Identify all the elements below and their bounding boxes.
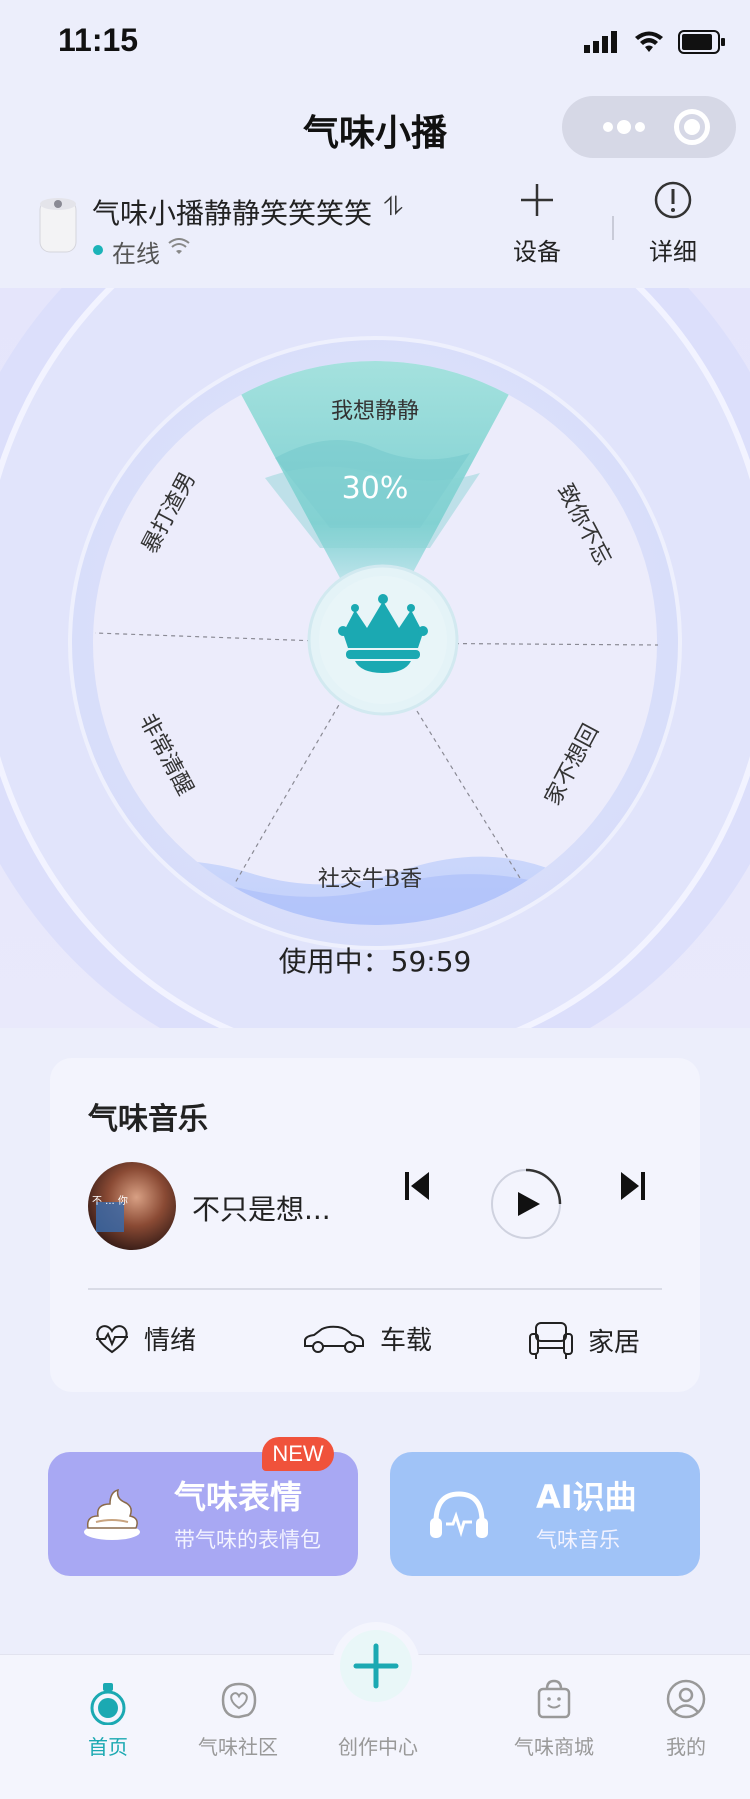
segment-label-0[interactable]: 我想静静 [331, 399, 419, 424]
nav-home-label: 首页 [88, 1735, 128, 1759]
scent-wheel[interactable]: 我想静静 致你不忘 家不想回 社交牛B香 非常清醒 暴打渣男 30% [0, 288, 750, 1028]
headphones-icon [430, 1491, 488, 1538]
home-bottle-icon [90, 1683, 126, 1725]
wifi-status-icon [168, 238, 190, 254]
signal-icon [584, 31, 617, 53]
nav-community-label: 气味社区 [198, 1735, 278, 1759]
category-mood[interactable]: 情绪 [94, 1320, 196, 1357]
category-home-label: 家居 [588, 1327, 641, 1358]
device-name[interactable]: 气味小播静静笑笑笑笑 [92, 192, 372, 232]
add-device-button[interactable]: 设备 [502, 180, 572, 267]
create-button[interactable] [340, 1630, 412, 1702]
status-icons [584, 30, 726, 54]
scent-emoji-title: 气味表情 [174, 1478, 303, 1516]
song-title[interactable]: 不只是想... [192, 1188, 331, 1228]
wifi-icon [635, 31, 663, 52]
category-car[interactable]: 车载 [302, 1320, 432, 1357]
heart-pulse-icon [96, 1324, 128, 1353]
sofa-icon [529, 1322, 573, 1359]
community-heart-icon [221, 1682, 257, 1719]
plus-icon [521, 184, 553, 216]
play-button[interactable] [490, 1168, 562, 1240]
status-time: 11:15 [58, 22, 139, 58]
ai-song-title: AI识曲 [536, 1478, 637, 1516]
next-track-icon[interactable] [618, 1166, 648, 1206]
close-mini-program-icon[interactable] [674, 109, 710, 145]
device-detail-label: 详细 [649, 238, 697, 266]
new-badge: NEW [262, 1437, 334, 1471]
nav-create-label: 创作中心 [338, 1735, 418, 1759]
profile-icon [666, 1679, 706, 1719]
music-card: 气味音乐 不 ... 你 不只是想... 情绪 车载 家居 [50, 1058, 700, 1392]
nav-me-label: 我的 [666, 1735, 706, 1759]
device-detail-button[interactable]: 详细 [638, 180, 708, 267]
category-mood-label: 情绪 [144, 1326, 197, 1356]
segment-label-3[interactable]: 社交牛B香 [318, 867, 422, 892]
switch-device-icon[interactable]: ⥮ [384, 192, 403, 223]
device-row: 气味小播静静笑笑笑笑 ⥮ 在线 设备 详细 [0, 180, 750, 288]
ai-song-recognition-card[interactable]: AI识曲 气味音乐 [390, 1452, 700, 1576]
category-home[interactable]: 家居 [528, 1320, 640, 1360]
more-icon[interactable] [602, 118, 646, 136]
add-device-label: 设备 [513, 238, 561, 266]
nav-shop-label: 气味商城 [514, 1735, 594, 1759]
album-caption: 不 ... 你 [92, 1196, 128, 1207]
cream-icon [84, 1488, 140, 1540]
battery-icon [678, 30, 725, 54]
online-status-dot [93, 245, 103, 255]
plus-icon [353, 1643, 399, 1689]
mini-program-capsule[interactable] [562, 96, 736, 158]
music-title: 气味音乐 [88, 1102, 208, 1137]
category-car-label: 车载 [380, 1326, 433, 1356]
level-percent: 30% [342, 471, 409, 506]
action-separator [612, 216, 614, 240]
album-cover[interactable]: 不 ... 你 [88, 1162, 176, 1250]
ai-song-subtitle: 气味音乐 [536, 1528, 620, 1552]
online-status-text: 在线 [112, 240, 160, 268]
car-icon [304, 1325, 364, 1353]
previous-track-icon[interactable] [402, 1166, 432, 1206]
info-icon [654, 181, 692, 219]
diffuser-device-icon [39, 198, 77, 253]
usage-timer: 使用中：59:59 [278, 945, 472, 978]
music-divider [88, 1288, 662, 1290]
shopping-bag-icon [537, 1679, 571, 1719]
scent-emoji-subtitle: 带气味的表情包 [174, 1528, 321, 1552]
